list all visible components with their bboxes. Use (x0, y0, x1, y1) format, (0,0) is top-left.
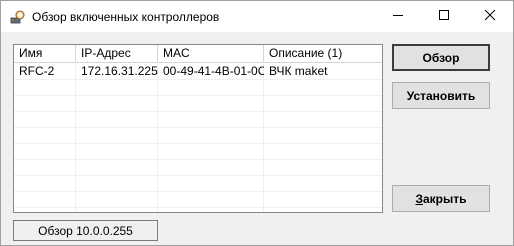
cell-mac: 00-49-41-4B-01-0C (163, 64, 264, 78)
install-button[interactable]: Установить (392, 82, 490, 109)
grid-line (14, 111, 382, 112)
minimize-icon (392, 9, 404, 24)
grid-line (14, 207, 382, 208)
window-title: Обзор включенных контроллеров (32, 10, 220, 24)
column-divider (75, 62, 76, 212)
title-bar[interactable]: Обзор включенных контроллеров (1, 1, 513, 32)
list-header: Имя IP-Адрес MAC Описание (1) (14, 45, 382, 63)
cell-name: RFC-2 (19, 64, 55, 78)
network-search-icon[interactable] (10, 9, 26, 25)
grid-line (14, 79, 382, 80)
column-header-ip[interactable]: IP-Адрес (76, 45, 158, 62)
column-divider (157, 62, 158, 212)
minimize-button[interactable] (375, 1, 421, 32)
column-header-mac[interactable]: MAC (158, 45, 264, 62)
maximize-button[interactable] (421, 1, 467, 32)
close-icon (484, 9, 496, 24)
grid-line (14, 143, 382, 144)
controllers-list[interactable]: Имя IP-Адрес MAC Описание (1) RFC-2 172.… (13, 44, 383, 213)
browse-button[interactable]: Обзор (392, 44, 490, 71)
grid-line (14, 191, 382, 192)
close-label: акрыть (423, 191, 467, 206)
grid-line (14, 95, 382, 96)
grid-line (14, 175, 382, 176)
grid-line (14, 159, 382, 160)
cell-description: ВЧК maket (269, 64, 328, 78)
maximize-icon (438, 9, 450, 24)
close-mnemonic: З (415, 191, 423, 206)
column-header-name[interactable]: Имя (14, 45, 76, 62)
close-button[interactable]: Закрыть (392, 185, 490, 212)
grid-line (14, 127, 382, 128)
dialog-window: Обзор включенных контроллеров Имя IP-Адр… (0, 0, 514, 246)
status-box: Обзор 10.0.0.255 (13, 220, 158, 241)
close-window-button[interactable] (467, 1, 513, 32)
cell-ip: 172.16.31.225 (81, 64, 158, 78)
column-header-description[interactable]: Описание (1) (264, 45, 382, 62)
column-divider (263, 62, 264, 212)
